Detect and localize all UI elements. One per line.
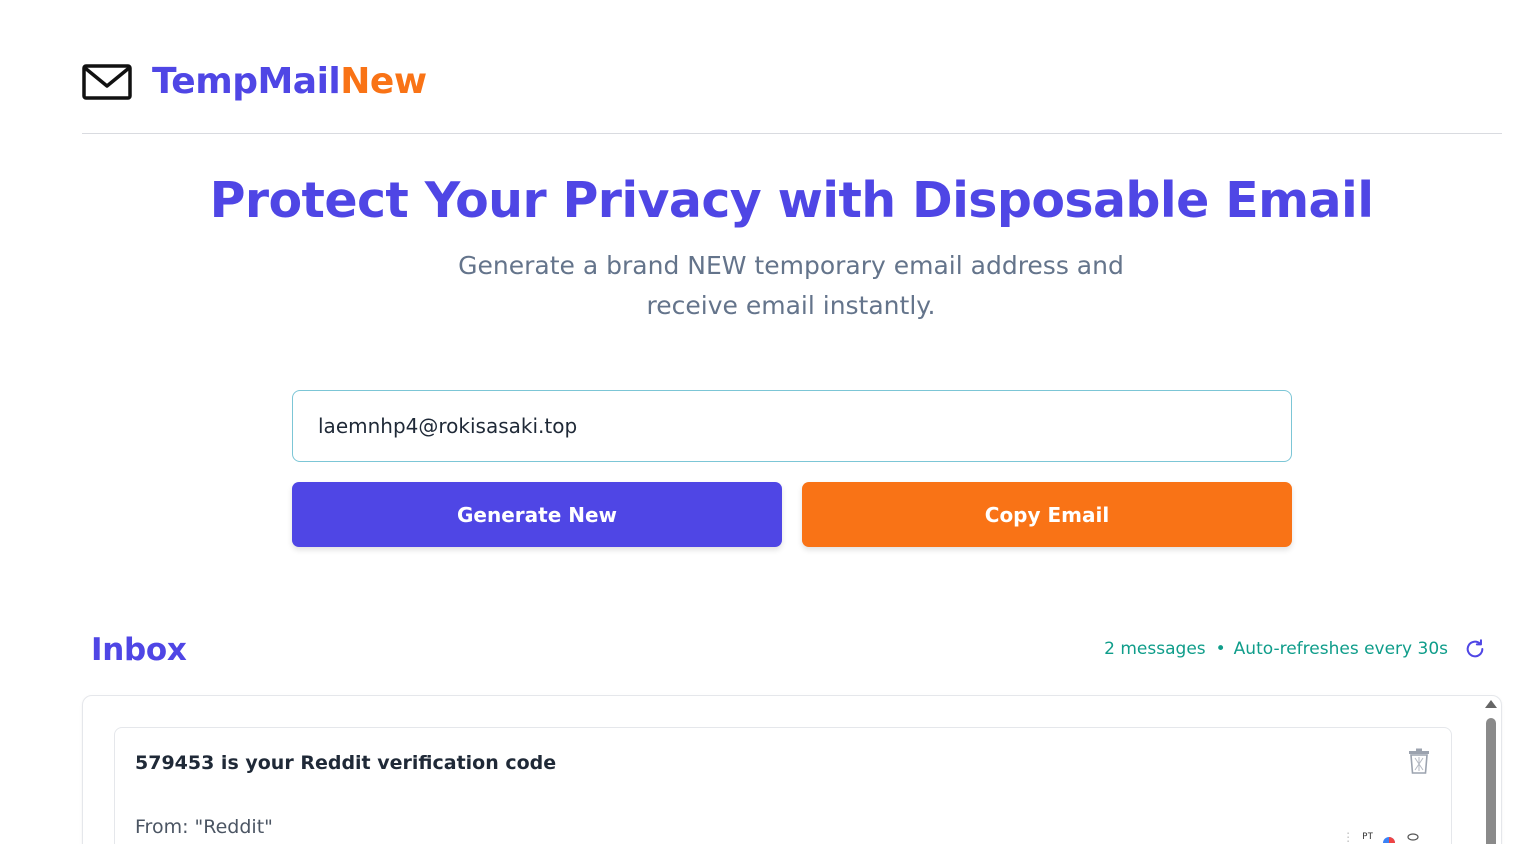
auto-refresh-text: Auto-refreshes every 30s [1233, 639, 1448, 659]
hero-title: Protect Your Privacy with Disposable Ema… [209, 172, 1374, 229]
generate-new-button[interactable]: Generate New [292, 482, 782, 547]
message-item[interactable]: 579453 is your Reddit verification code … [114, 727, 1452, 844]
message-subject[interactable]: 579453 is your Reddit verification code [135, 752, 556, 774]
site-header: TempMailNew [82, 60, 427, 102]
inbox-panel: 579453 is your Reddit verification code … [82, 695, 1502, 844]
refresh-icon[interactable] [1464, 638, 1486, 660]
copy-email-button[interactable]: Copy Email [802, 482, 1292, 547]
scroll-thumb[interactable] [1486, 718, 1496, 844]
email-address-field[interactable] [318, 414, 1291, 438]
brand-name-primary: TempMail [152, 60, 341, 102]
drag-handle-icon: ⋮ [1342, 830, 1355, 844]
hero-subtitle-line2: receive email instantly. [646, 291, 936, 320]
status-separator: • [1215, 639, 1226, 659]
inbox-scrollbar[interactable] [1484, 700, 1498, 844]
inbox-title: Inbox [91, 632, 187, 668]
envelope-icon[interactable] [82, 60, 132, 102]
inbox-status: 2 messages • Auto-refreshes every 30s [1104, 638, 1486, 660]
message-extra-icons: ⋮ PT [1342, 830, 1421, 844]
brand-logo-text[interactable]: TempMailNew [152, 61, 427, 102]
message-count: 2 messages [1104, 639, 1206, 659]
hero-subtitle: Generate a brand NEW temporary email add… [441, 246, 1141, 326]
hero-subtitle-line1: Generate a brand NEW temporary email add… [458, 251, 1124, 280]
eye-icon [1407, 833, 1419, 841]
color-wheel-icon [1383, 837, 1395, 843]
page: TempMailNew Protect Your Privacy with Di… [0, 0, 1526, 844]
email-field-container [292, 390, 1292, 462]
trash-icon[interactable] [1407, 748, 1431, 774]
header-divider [82, 133, 1502, 134]
message-sender: From: "Reddit" [135, 816, 273, 838]
brand-name-accent: New [340, 60, 427, 102]
scroll-up-arrow-icon[interactable] [1485, 700, 1497, 708]
message-extra-text: PT [1362, 832, 1373, 842]
